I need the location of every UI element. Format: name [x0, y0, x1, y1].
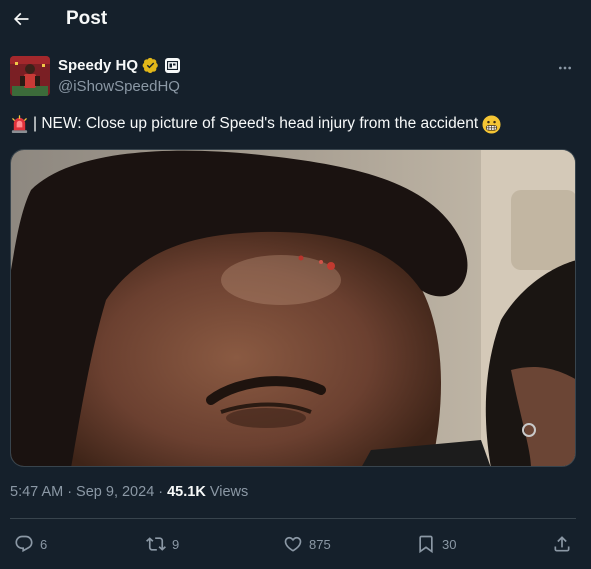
share-icon: [554, 536, 570, 552]
bookmark-icon: [419, 535, 433, 554]
reply-icon: [15, 535, 33, 553]
post-time[interactable]: 5:47 AM: [10, 484, 63, 500]
grimacing-face-emoji-icon: [482, 114, 501, 134]
tweet-text-content: | NEW: Close up picture of Speed's head …: [33, 115, 479, 132]
reply-count: 6: [40, 536, 48, 552]
police-light-emoji-icon: [11, 114, 28, 133]
action-bar: 6 9 875 30: [10, 528, 576, 560]
tweet-metadata: 5:47 AM · Sep 9, 2024 · 45.1K Views: [10, 484, 248, 500]
verified-badge-icon[interactable]: [142, 57, 159, 74]
photo-image: [11, 150, 575, 466]
post-date[interactable]: Sep 9, 2024: [76, 484, 154, 500]
affiliate-logo-icon: [167, 61, 179, 70]
views-count: 45.1K: [167, 484, 206, 500]
tweet-author-header: Speedy HQ @iShowSpeedHQ: [10, 56, 581, 98]
back-arrow-icon: [13, 12, 29, 26]
affiliate-badge-icon[interactable]: [165, 58, 181, 73]
bookmark-button[interactable]: 30: [416, 528, 456, 560]
views-label: Views: [209, 484, 249, 500]
display-name[interactable]: Speedy HQ: [58, 57, 138, 74]
page-title: Post: [66, 8, 108, 29]
repost-count: 9: [172, 536, 180, 552]
repost-icon: [146, 537, 166, 551]
meta-separator: ·: [158, 484, 164, 500]
back-button[interactable]: [6, 4, 36, 34]
avatar-image: [10, 56, 50, 96]
like-count: 875: [309, 536, 331, 552]
author-handle[interactable]: @iShowSpeedHQ: [58, 78, 180, 95]
name-row: Speedy HQ: [58, 57, 181, 74]
bookmark-count: 30: [442, 536, 457, 552]
share-button[interactable]: [552, 528, 572, 560]
repost-button[interactable]: 9: [146, 528, 179, 560]
avatar[interactable]: [10, 56, 50, 96]
heart-icon: [284, 536, 302, 552]
more-options-button[interactable]: [555, 58, 575, 78]
tweet-text: | NEW: Close up picture of Speed's head …: [10, 113, 581, 135]
more-dots-icon: [559, 66, 571, 70]
reply-button[interactable]: 6: [14, 528, 47, 560]
tweet-media-photo[interactable]: [10, 149, 576, 467]
top-bar: Post: [0, 0, 591, 38]
meta-separator: ·: [67, 484, 73, 500]
like-button[interactable]: 875: [283, 528, 331, 560]
divider: [10, 518, 576, 519]
